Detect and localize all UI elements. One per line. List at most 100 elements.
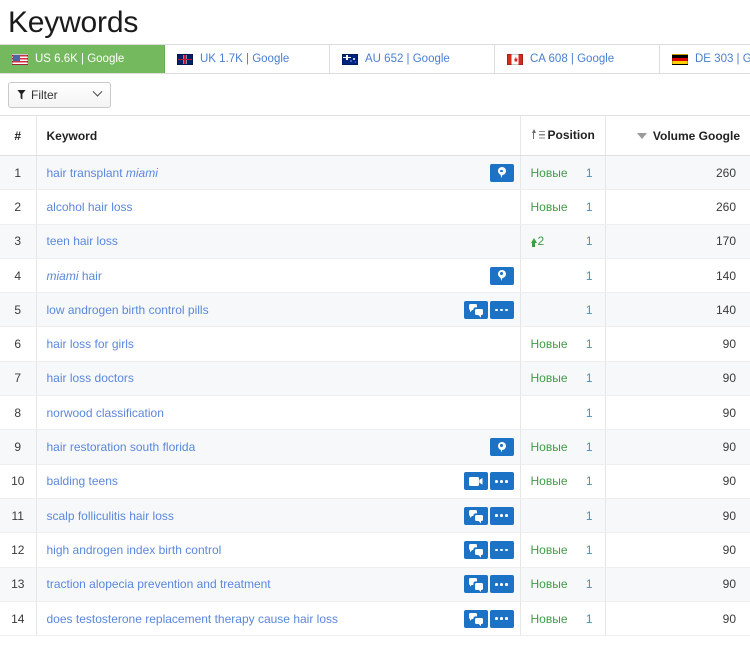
keyword-text-plain: hair transplant (46, 165, 126, 180)
keyword-link[interactable]: hair transplant miami (47, 166, 158, 180)
sort-ascending-icon (531, 129, 545, 140)
keyword-cell: norwood classification (36, 395, 521, 431)
chat-bubbles-chip[interactable] (463, 540, 488, 559)
keyword-link[interactable]: hair loss for girls (47, 337, 134, 351)
table-row[interactable]: 5 low androgen birth control pills 1 140 (0, 292, 750, 328)
table-row[interactable]: 4 miami hair 1 140 (0, 258, 750, 294)
row-actions (463, 575, 514, 594)
chevron-down-icon (92, 86, 103, 97)
keyword-link[interactable]: hair loss doctors (47, 371, 134, 385)
position-rank: 1 (585, 199, 593, 214)
keyword-text-plain: balding teens (46, 474, 118, 489)
keyword-link[interactable]: miami hair (47, 269, 102, 283)
position-cell: Новые 1 (520, 532, 606, 568)
table-row[interactable]: 7 hair loss doctors Новые 1 90 (0, 361, 750, 397)
de-flag-icon (672, 53, 688, 65)
column-header-volume[interactable]: Volume Google (605, 115, 750, 156)
chat-bubbles-chip[interactable] (463, 609, 488, 628)
map-pin-icon (497, 441, 506, 453)
table-row[interactable]: 6 hair loss for girls Новые 1 90 (0, 326, 750, 362)
filter-toolbar: Filter (0, 74, 750, 115)
country-tab-ca[interactable]: CA 608 | Google (495, 45, 660, 73)
country-tab-de[interactable]: DE 303 | Google (660, 45, 750, 73)
more-options-chip[interactable] (489, 609, 514, 628)
keyword-link[interactable]: hair restoration south florida (47, 440, 196, 454)
position-change: 2 (530, 234, 544, 248)
chat-bubbles-chip[interactable] (463, 300, 488, 319)
keyword-link[interactable]: traction alopecia prevention and treatme… (47, 577, 271, 591)
more-options-icon (495, 514, 508, 517)
more-options-chip[interactable] (489, 506, 514, 525)
keyword-link[interactable]: alcohol hair loss (47, 200, 133, 214)
keyword-link[interactable]: norwood classification (47, 406, 164, 420)
chat-bubbles-chip[interactable] (463, 506, 488, 525)
country-tab-uk[interactable]: UK 1.7K | Google (165, 45, 330, 73)
table-row[interactable]: 11 scalp folliculitis hair loss 1 90 (0, 498, 750, 534)
position-cell: Новые 1 (520, 567, 606, 602)
volume-cell: 140 (605, 292, 750, 328)
row-actions (463, 300, 514, 319)
row-index: 13 (0, 567, 37, 602)
position-cell: Новые 1 (520, 429, 606, 465)
map-pin-chip[interactable] (489, 266, 514, 285)
country-tab-us[interactable]: US 6.6K | Google (0, 45, 165, 73)
keyword-text-plain: norwood classification (46, 405, 164, 420)
keyword-link[interactable]: low androgen birth control pills (47, 303, 209, 317)
country-tab-au[interactable]: AU 652 | Google (330, 45, 495, 73)
table-row[interactable]: 10 balding teens Новые 1 90 (0, 464, 750, 499)
table-row[interactable]: 13 traction alopecia prevention and treat… (0, 567, 750, 602)
map-pin-chip[interactable] (489, 163, 514, 182)
column-header-position-label: Position (547, 127, 595, 142)
table-row[interactable]: 8 norwood classification 1 90 (0, 395, 750, 431)
video-camera-icon (468, 476, 483, 486)
more-options-chip[interactable] (489, 575, 514, 594)
filter-button[interactable]: Filter (8, 81, 111, 108)
keyword-link[interactable]: teen hair loss (47, 234, 118, 248)
row-index: 9 (0, 429, 37, 465)
position-change-value: Новые (530, 199, 568, 214)
map-pin-chip[interactable] (489, 438, 514, 457)
chat-bubbles-icon (468, 612, 483, 625)
position-cell: Новые 1 (520, 155, 606, 191)
column-header-position[interactable]: Position (520, 115, 606, 156)
more-options-icon (495, 582, 508, 586)
position-rank: 1 (585, 474, 593, 489)
position-rank: 1 (585, 302, 593, 317)
keyword-cell: balding teens (36, 464, 521, 499)
table-row[interactable]: 14 does testosterone replacement therapy … (0, 601, 750, 637)
keyword-cell: does testosterone replacement therapy ca… (36, 601, 521, 637)
keyword-text-emphasis: miami (46, 268, 79, 283)
table-row[interactable]: 3 teen hair loss 2 1 170 (0, 224, 750, 259)
table-row[interactable]: 12 high androgen index birth control Новые… (0, 532, 750, 568)
column-header-index: # (0, 115, 37, 156)
keyword-link[interactable]: scalp folliculitis hair loss (47, 509, 174, 523)
keyword-cell: hair transplant miami (36, 155, 521, 191)
table-body: 1 hair transplant miami Новые 1 260 2 alcohol … (0, 155, 750, 637)
row-index: 10 (0, 464, 37, 499)
chat-bubbles-icon (468, 578, 483, 590)
more-options-icon (495, 548, 508, 552)
position-change: Новые (531, 474, 568, 488)
table-row[interactable]: 2 alcohol hair loss Новые 1 260 (0, 189, 750, 225)
more-options-chip[interactable] (489, 472, 514, 491)
position-change-value: Новые (530, 337, 568, 352)
column-header-volume-label: Volume Google (652, 129, 740, 143)
table-row[interactable]: 9 hair restoration south florida Новые 1 90 (0, 429, 750, 465)
chat-bubbles-chip[interactable] (463, 575, 488, 594)
position-rank: 1 (585, 234, 593, 249)
keyword-link[interactable]: balding teens (47, 474, 118, 488)
more-options-chip[interactable] (489, 540, 514, 559)
more-options-chip[interactable] (489, 300, 514, 319)
keyword-link[interactable]: does testosterone replacement therapy ca… (47, 612, 339, 626)
position-change-value: Новые (530, 371, 568, 386)
keyword-cell: low androgen birth control pills (36, 292, 521, 328)
table-row[interactable]: 1 hair transplant miami Новые 1 260 (0, 155, 750, 191)
sort-descending-triangle-icon (636, 133, 647, 139)
position-rank: 1 (585, 440, 593, 455)
keyword-cell: traction alopecia prevention and treatme… (36, 567, 521, 602)
volume-cell: 90 (605, 395, 750, 431)
position-change: Новые (531, 612, 568, 626)
volume-cell: 90 (605, 567, 750, 602)
keyword-link[interactable]: high androgen index birth control (47, 543, 222, 557)
video-chip[interactable] (463, 472, 488, 491)
